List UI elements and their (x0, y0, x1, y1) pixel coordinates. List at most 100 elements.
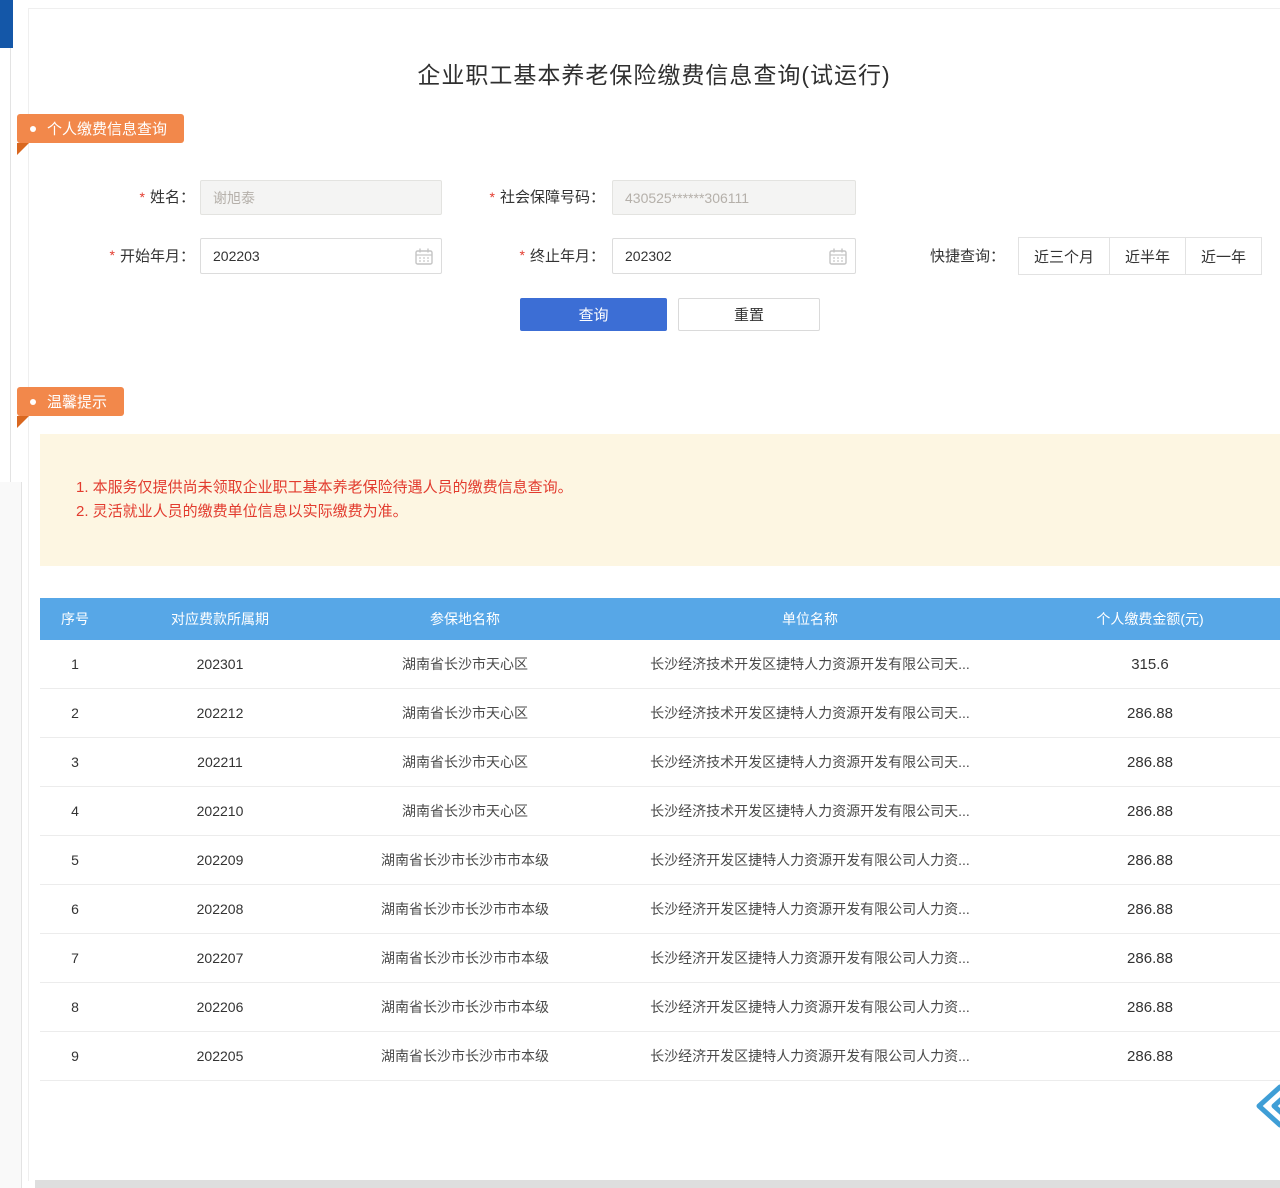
section-badge-label: 温馨提示 (47, 391, 107, 412)
cell-amount: 286.88 (1020, 705, 1280, 722)
table-row: 9 202205 湖南省长沙市长沙市市本级 长沙经济开发区捷特人力资源开发有限公… (40, 1032, 1280, 1081)
cell-period: 202208 (110, 901, 330, 917)
cell-unit: 长沙经济开发区捷特人力资源开发有限公司人力资... (600, 899, 1020, 919)
cell-place: 湖南省长沙市天心区 (330, 703, 600, 723)
header-cell-place: 参保地名称 (330, 609, 600, 629)
end-month-label: * 终止年月： (440, 238, 605, 272)
name-input (201, 181, 441, 214)
table-row: 7 202207 湖南省长沙市长沙市市本级 长沙经济开发区捷特人力资源开发有限公… (40, 934, 1280, 983)
required-mark: * (140, 189, 145, 205)
cell-period: 202207 (110, 950, 330, 966)
cell-index: 6 (40, 901, 110, 917)
badge-fold (17, 143, 29, 155)
dot-icon (30, 126, 36, 132)
cell-amount: 286.88 (1020, 999, 1280, 1016)
cell-amount: 286.88 (1020, 754, 1280, 771)
cell-index: 9 (40, 1048, 110, 1064)
left-page-edge-lower (0, 482, 22, 1188)
section-badge-label: 个人缴费信息查询 (47, 118, 167, 139)
header-cell-period: 对应费款所属期 (110, 609, 330, 629)
end-month-input-box[interactable] (612, 238, 856, 274)
double-chevron-left-icon[interactable] (1250, 1082, 1280, 1130)
cell-place: 湖南省长沙市长沙市市本级 (330, 1046, 600, 1066)
cell-place: 湖南省长沙市长沙市市本级 (330, 997, 600, 1017)
table-row: 8 202206 湖南省长沙市长沙市市本级 长沙经济开发区捷特人力资源开发有限公… (40, 983, 1280, 1032)
start-month-label: * 开始年月： (60, 238, 195, 272)
header-cell-index: 序号 (40, 609, 110, 629)
cell-unit: 长沙经济技术开发区捷特人力资源开发有限公司天... (600, 654, 1020, 674)
quick-range-button-1-year[interactable]: 近一年 (1185, 237, 1262, 275)
cell-unit: 长沙经济开发区捷特人力资源开发有限公司人力资... (600, 948, 1020, 968)
cell-place: 湖南省长沙市天心区 (330, 752, 600, 772)
cell-place: 湖南省长沙市天心区 (330, 654, 600, 674)
cell-period: 202212 (110, 705, 330, 721)
cell-period: 202210 (110, 803, 330, 819)
cell-index: 1 (40, 656, 110, 672)
section-badge-tips: 温馨提示 (17, 387, 124, 416)
cell-unit: 长沙经济技术开发区捷特人力资源开发有限公司天... (600, 703, 1020, 723)
notice-line-2: 2. 灵活就业人员的缴费单位信息以实际缴费为准。 (76, 500, 1260, 524)
cell-place: 湖南省长沙市天心区 (330, 801, 600, 821)
cell-index: 2 (40, 705, 110, 721)
required-mark: * (110, 247, 115, 263)
table-header-row: 序号 对应费款所属期 参保地名称 单位名称 个人缴费金额(元) (40, 598, 1280, 640)
cell-amount: 286.88 (1020, 1048, 1280, 1065)
reset-button[interactable]: 重置 (678, 298, 820, 331)
cell-index: 8 (40, 999, 110, 1015)
quick-range-button-3-months[interactable]: 近三个月 (1018, 237, 1110, 275)
quick-range-button-half-year[interactable]: 近半年 (1109, 237, 1186, 275)
calendar-icon[interactable] (415, 248, 433, 265)
cell-place: 湖南省长沙市长沙市市本级 (330, 948, 600, 968)
navy-accent-block (0, 0, 13, 48)
start-month-input-box[interactable] (200, 238, 442, 274)
calendar-icon[interactable] (829, 248, 847, 265)
cell-place: 湖南省长沙市长沙市市本级 (330, 899, 600, 919)
cell-unit: 长沙经济开发区捷特人力资源开发有限公司人力资... (600, 997, 1020, 1017)
header-cell-amount: 个人缴费金额(元) (1020, 609, 1280, 629)
cell-index: 7 (40, 950, 110, 966)
cell-period: 202209 (110, 852, 330, 868)
table-row: 3 202211 湖南省长沙市天心区 长沙经济技术开发区捷特人力资源开发有限公司… (40, 738, 1280, 787)
name-input-box (200, 180, 442, 215)
ssn-input-box (612, 180, 856, 215)
cell-period: 202301 (110, 656, 330, 672)
cell-amount: 286.88 (1020, 950, 1280, 967)
table-row: 4 202210 湖南省长沙市天心区 长沙经济技术开发区捷特人力资源开发有限公司… (40, 787, 1280, 836)
table-row: 5 202209 湖南省长沙市长沙市市本级 长沙经济开发区捷特人力资源开发有限公… (40, 836, 1280, 885)
end-month-input[interactable] (613, 239, 829, 273)
header-cell-unit: 单位名称 (600, 609, 1020, 629)
left-page-edge (0, 0, 11, 482)
required-mark: * (490, 189, 495, 205)
required-mark: * (520, 247, 525, 263)
table-row: 1 202301 湖南省长沙市天心区 长沙经济技术开发区捷特人力资源开发有限公司… (40, 640, 1280, 689)
query-button[interactable]: 查询 (520, 298, 667, 331)
badge-fold (17, 416, 29, 428)
payment-table: 序号 对应费款所属期 参保地名称 单位名称 个人缴费金额(元) 1 202301… (40, 598, 1280, 1081)
cell-index: 4 (40, 803, 110, 819)
cell-period: 202205 (110, 1048, 330, 1064)
ssn-label: * 社会保障号码： (440, 180, 605, 213)
table-row: 2 202212 湖南省长沙市天心区 长沙经济技术开发区捷特人力资源开发有限公司… (40, 689, 1280, 738)
cell-amount: 286.88 (1020, 803, 1280, 820)
cell-unit: 长沙经济开发区捷特人力资源开发有限公司人力资... (600, 850, 1020, 870)
table-row: 6 202208 湖南省长沙市长沙市市本级 长沙经济开发区捷特人力资源开发有限公… (40, 885, 1280, 934)
cell-amount: 286.88 (1020, 901, 1280, 918)
notice-line-1: 1. 本服务仅提供尚未领取企业职工基本养老保险待遇人员的缴费信息查询。 (76, 476, 1260, 500)
cell-period: 202211 (110, 754, 330, 770)
quick-query-label: 快捷查询： (900, 237, 1005, 273)
cell-index: 5 (40, 852, 110, 868)
cell-period: 202206 (110, 999, 330, 1015)
quick-range-group: 近三个月 近半年 近一年 (1019, 237, 1262, 275)
cell-unit: 长沙经济技术开发区捷特人力资源开发有限公司天... (600, 752, 1020, 772)
notice-box: 1. 本服务仅提供尚未领取企业职工基本养老保险待遇人员的缴费信息查询。 2. 灵… (40, 434, 1280, 566)
ssn-input (613, 181, 855, 214)
cell-place: 湖南省长沙市长沙市市本级 (330, 850, 600, 870)
cell-unit: 长沙经济开发区捷特人力资源开发有限公司人力资... (600, 1046, 1020, 1066)
section-badge-personal-query: 个人缴费信息查询 (17, 114, 184, 143)
dot-icon (30, 399, 36, 405)
page-title: 企业职工基本养老保险缴费信息查询(试运行) (28, 56, 1280, 90)
start-month-input[interactable] (201, 239, 415, 273)
cell-unit: 长沙经济技术开发区捷特人力资源开发有限公司天... (600, 801, 1020, 821)
cell-amount: 286.88 (1020, 852, 1280, 869)
bottom-strip (35, 1180, 1280, 1188)
